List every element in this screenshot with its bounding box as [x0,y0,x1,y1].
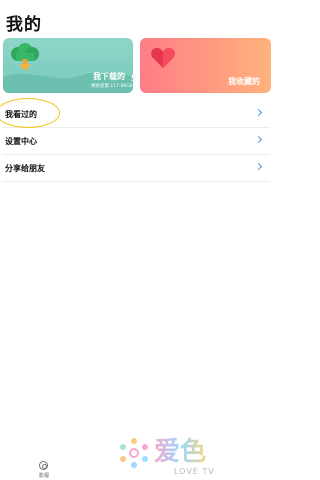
storage-remaining-text: 剩余容量 117.86GB [91,84,133,89]
menu-item-label: 我看过的 [5,110,37,119]
page-title: 我的 [6,15,42,35]
chevron-right-icon [254,162,263,171]
tab-movies[interactable]: 影视 [30,460,58,480]
tree-download-icon [11,43,39,71]
menu-item-settings[interactable]: 设置中心 [2,128,270,155]
menu-item-label: 设置中心 [5,137,37,146]
my-downloads-label: 我下载的 [93,72,125,81]
menu-item-label: 分享给朋友 [5,164,45,173]
menu-item-watch-history[interactable]: 我看过的 [2,101,270,128]
heart-favorite-icon [151,47,175,68]
chevron-right-icon [254,135,263,144]
chevron-right-icon [254,108,263,117]
download-count-badge: 5 [131,74,137,83]
watermark-cn-text: 爱色 [154,436,206,467]
tab-label: 影视 [38,473,49,479]
love-tv-watermark-logo: 爱色 LOVE TV [120,436,215,476]
menu-item-share[interactable]: 分享给朋友 [2,155,270,182]
watermark-en-text: LOVE TV [174,467,215,476]
film-reel-icon [39,461,48,470]
my-favorites-label: 我收藏的 [228,77,260,86]
